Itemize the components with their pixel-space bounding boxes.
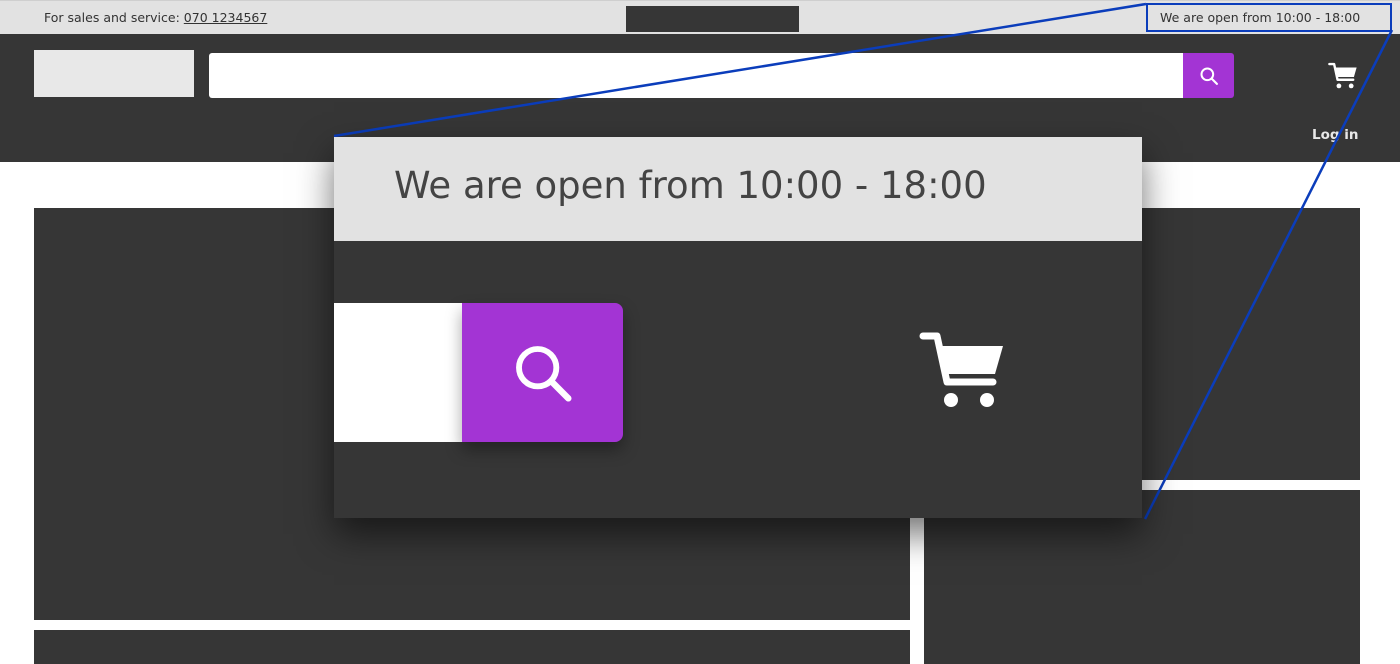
top-placeholder-block — [626, 6, 799, 32]
search-button[interactable] — [1183, 53, 1234, 98]
zoomed-search-input — [334, 303, 464, 442]
content-card-bottom[interactable] — [34, 630, 910, 664]
cart-icon — [919, 332, 1003, 407]
zoomed-opening-hours: We are open from 10:00 - 18:00 — [394, 164, 987, 207]
search-icon — [515, 345, 572, 402]
login-link[interactable]: Log in — [1312, 127, 1358, 143]
zoomed-search-button — [462, 303, 623, 442]
phone-link[interactable]: 070 1234567 — [184, 10, 268, 25]
opening-hours-highlight — [1146, 3, 1392, 32]
sales-service-text: For sales and service: 070 1234567 — [44, 10, 267, 25]
service-label: For sales and service: — [44, 10, 180, 25]
zoomed-inset: We are open from 10:00 - 18:00 — [334, 137, 1142, 518]
cart-icon[interactable] — [1328, 62, 1358, 90]
top-info-bar: For sales and service: 070 1234567 We ar… — [0, 0, 1400, 34]
zoomed-top-bar: We are open from 10:00 - 18:00 — [334, 137, 1142, 241]
logo-placeholder[interactable] — [34, 50, 194, 97]
search-icon — [1200, 67, 1218, 85]
search-input[interactable] — [209, 53, 1184, 98]
